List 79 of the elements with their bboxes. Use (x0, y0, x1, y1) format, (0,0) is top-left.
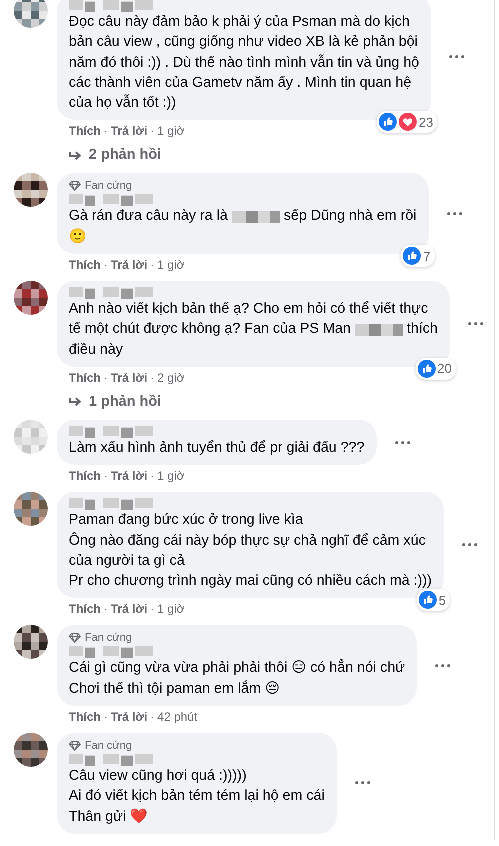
reaction-count-badge[interactable]: 5 (416, 589, 450, 612)
reply-arrow-icon (69, 150, 83, 161)
comment-action-link[interactable]: Thích (69, 370, 101, 385)
thumbs-up-icon (418, 360, 436, 378)
comment-action-link[interactable]: Trả lời (111, 602, 148, 616)
comment-text: Chơi thế thì tội paman em lắm 😔 (69, 680, 282, 699)
separator-dot: · (104, 602, 108, 616)
comment-text: thích (407, 320, 438, 340)
reaction-count-badge[interactable]: 7 (401, 245, 435, 268)
separator-dot: · (150, 124, 155, 138)
separator-dot: · (104, 258, 108, 272)
comment-action-link[interactable]: Thích (69, 124, 101, 138)
more-icon (468, 322, 484, 326)
comment-text: của họ vẫn tốt :)) (69, 94, 178, 114)
redacted-text-mark (232, 211, 280, 224)
diamond-icon (69, 181, 81, 192)
comment-action-link[interactable]: Thích (69, 469, 101, 484)
comment-action-link[interactable]: Trả lời (111, 124, 148, 138)
thumbs-up-icon (379, 113, 398, 132)
separator-dot: · (104, 124, 108, 138)
comment-text: Câu view cũng hơi quá :))))) (69, 767, 248, 786)
separator-dot: · (104, 469, 108, 484)
comment-action-link[interactable]: Trả lời (111, 710, 148, 724)
diamond-icon (69, 741, 81, 752)
comment-text: Làm xấu hình ảnh tuyển thủ để pr giải đấu ??? (69, 438, 365, 458)
badge-label: Fan cứng (85, 632, 132, 644)
separator-dot: · (150, 469, 155, 484)
badge-label: Fan cứng (85, 180, 132, 192)
comment-text: bản câu view , cũng giống như video XB là kẻ phản bội (69, 33, 419, 52)
thumbs-up-icon (403, 247, 422, 266)
comment-text: Ông nào đăng cái này bóp thực sự chả nghĩ để cảm xúc (69, 532, 427, 551)
comment-action-link[interactable]: Trả lời (111, 469, 148, 484)
comment-time: 1 giờ (158, 124, 185, 138)
comment-text: Anh nào viết kịch bản thế ạ? Cho em hỏi có thể viết thực (69, 300, 430, 320)
comment-text: Đọc câu này đảm bảo k phải ý của Psman mà do kịch (69, 13, 411, 32)
badge-label: Fan cứng (85, 740, 132, 752)
more-icon (354, 781, 371, 786)
more-icon (462, 543, 478, 548)
comment-text: sếp Dũng nhà em rồi (284, 207, 417, 226)
separator-dot: · (104, 370, 108, 385)
comment-action-link[interactable]: Thích (69, 258, 101, 272)
replies-link[interactable]: 1 phản hồi (57, 388, 488, 411)
comment-text: của người ta gì cả (69, 552, 186, 571)
separator-dot: · (150, 602, 155, 616)
comment-action-link[interactable]: Thích (69, 710, 101, 724)
comment-text: năm đó thôi :)) . Dù thế nào tình mình vẫn tin và ủng hộ (69, 54, 420, 73)
reaction-count-badge[interactable]: 23 (377, 111, 438, 134)
comment-action-link[interactable]: Trả lời (111, 258, 148, 272)
comment-text: các thành viên của Gametv năm ấy . Mình tin quan hệ (69, 74, 413, 93)
reaction-count-badge[interactable]: 20 (416, 358, 456, 380)
more-icon (446, 212, 463, 216)
comment-time: 1 giờ (158, 602, 185, 616)
more-icon (435, 664, 452, 668)
separator-dot: · (150, 258, 155, 272)
separator-dot: · (150, 710, 155, 724)
redacted-text-mark (355, 324, 404, 336)
more-icon (449, 55, 466, 60)
separator-dot: · (150, 370, 155, 385)
comment-text: Gà rán đưa câu này ra là (69, 207, 228, 226)
comment-time: 1 giờ (158, 258, 185, 272)
comment-time: 42 phút (158, 710, 198, 724)
comment-text: 🙂 (69, 228, 88, 247)
thumbs-up-icon (418, 591, 437, 610)
comment-time: 1 giờ (158, 469, 185, 484)
replies-link[interactable]: 2 phản hồi (57, 142, 470, 164)
comment-text: tế một chút được không ạ? Fan của PS Man (69, 320, 352, 340)
reply-arrow-icon (69, 397, 83, 408)
comment-text: Paman đang bức xúc ở trong live kìa (69, 511, 304, 530)
comment-text: Thân gửi ❤ (69, 808, 150, 827)
comment-action-link[interactable]: Trả lời (111, 370, 148, 385)
comment-text: Cái gì cũng vừa vừa phải phải thôi 😑 có hẳn nói chứ (69, 659, 406, 678)
comment-text: Pr cho chương trình ngày mai cũng có nhiều cách mà :))) (69, 572, 432, 592)
comment-time: 2 giờ (158, 370, 185, 385)
diamond-icon (69, 633, 81, 644)
separator-dot: · (104, 710, 108, 724)
comment-text: điều này (69, 340, 124, 360)
comment-action-link[interactable]: Thích (69, 602, 101, 616)
comment-text: Ai đó viết kịch bản tém tém lại hộ em cái (69, 787, 325, 806)
more-icon (394, 440, 411, 445)
